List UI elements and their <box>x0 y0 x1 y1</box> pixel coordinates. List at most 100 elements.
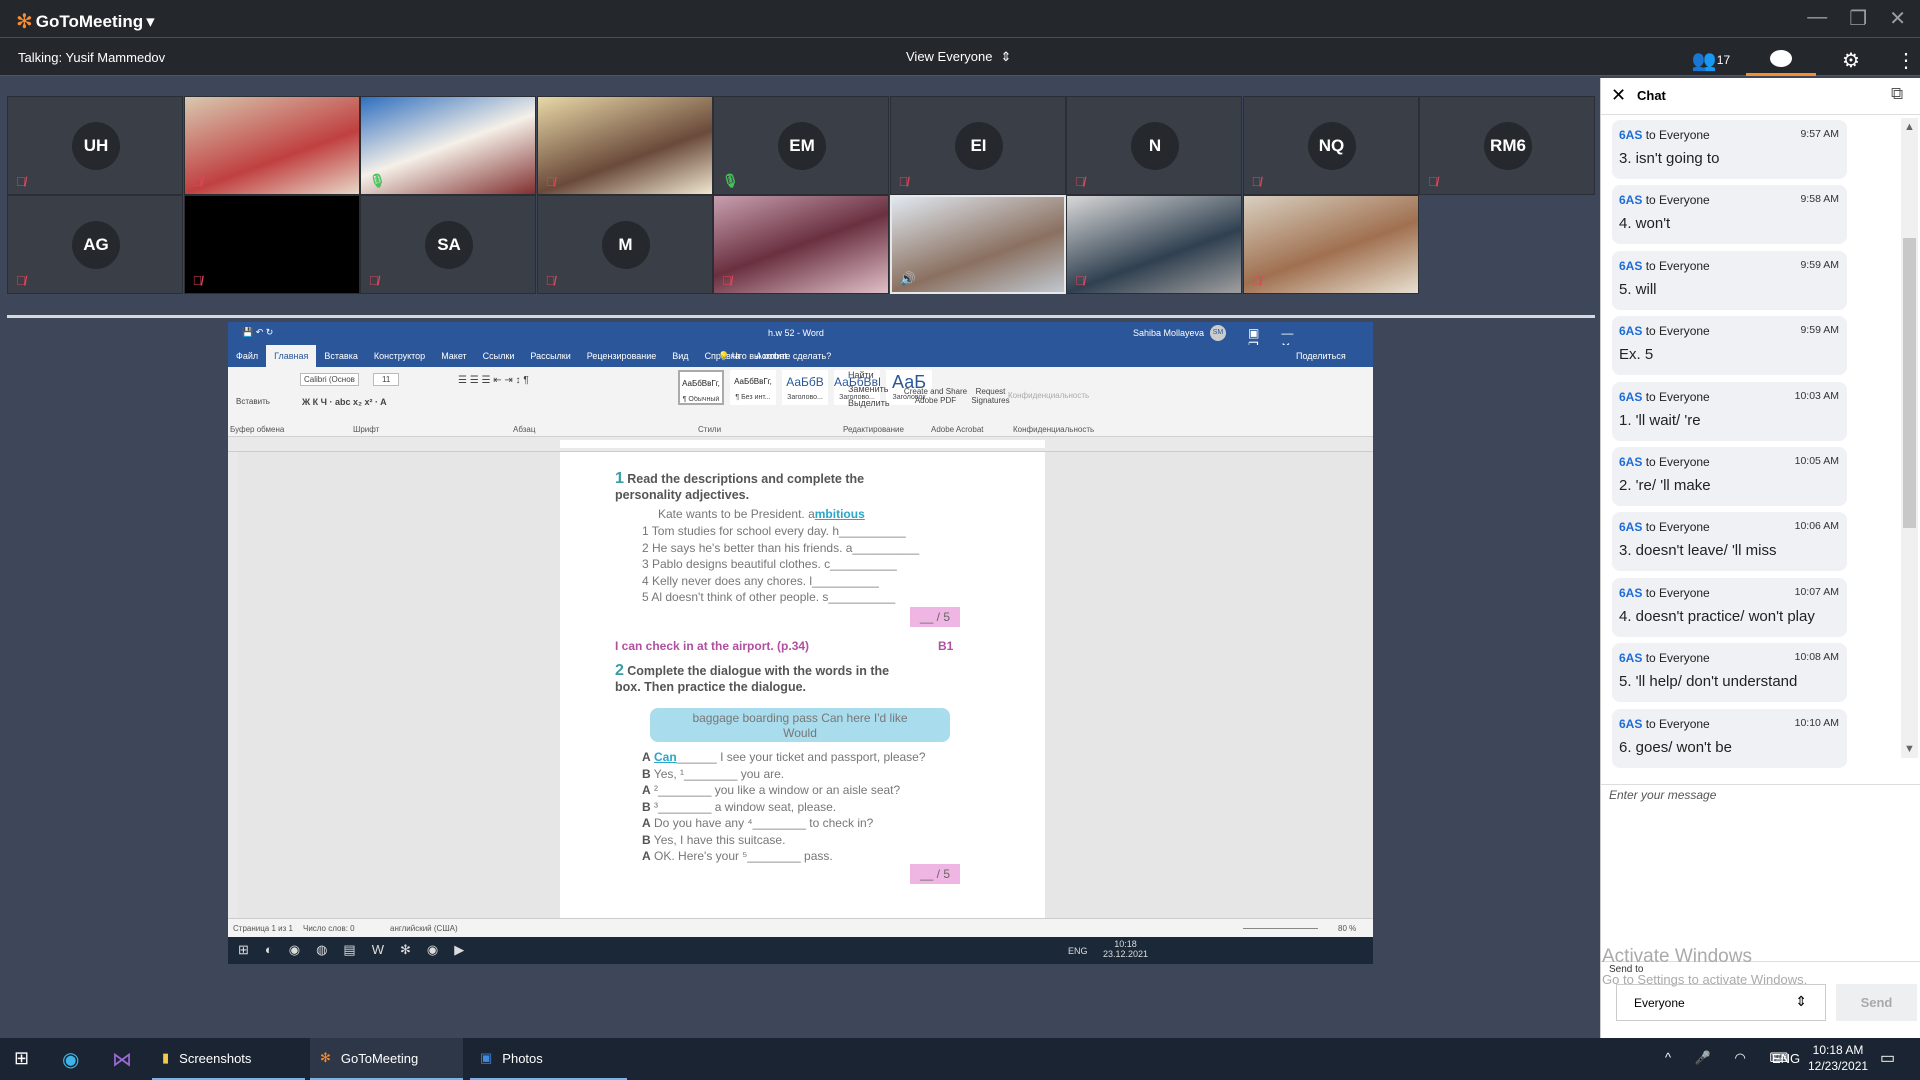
mic-muted-icon: 🎙̸ <box>545 174 556 189</box>
word-tab: Ссылки <box>482 351 515 361</box>
document-page: 1 Read the descriptions and complete the… <box>560 452 1045 918</box>
participant-tile[interactable]: AG 🎙̸ <box>7 195 183 294</box>
word-ribbon: Вставить Calibri (Основ 11 Ж К Ч · abc x… <box>228 367 1373 437</box>
style-name: ¶ Обычный <box>682 396 720 403</box>
line-text: Do you have any ⁴________ to check in? <box>654 816 874 830</box>
visual-studio-icon[interactable]: ⋈ <box>112 1047 132 1072</box>
exercise-1-example-answer: mbitious <box>814 507 865 521</box>
participant-tile[interactable]: 🎙̸ <box>1066 195 1242 294</box>
edge-icon[interactable]: ◉ <box>62 1047 79 1072</box>
taskbar-gotomeeting[interactable]: ✻ GoToMeeting <box>310 1038 463 1080</box>
shared-time: 10:18 <box>1114 939 1137 949</box>
clock[interactable]: 10:18 AM 12/23/2021 <box>1808 1042 1868 1074</box>
meeting-toolbar: Talking: Yusif Mammedov View Everyone ⇕ 👥… <box>0 38 1920 76</box>
input-language[interactable]: ENG <box>1772 1051 1800 1066</box>
close-chat-icon[interactable]: ✕ <box>1611 85 1626 106</box>
style-item: АаБбВвГг, ¶ Обычный <box>678 370 724 405</box>
word-status-bar: Страница 1 из 1 Число слов: 0 английский… <box>228 918 1373 937</box>
recipient: to Everyone <box>1645 193 1710 208</box>
word-tab: Главная <box>266 345 317 367</box>
chat-toggle-button[interactable] <box>1746 44 1816 76</box>
restore-button[interactable]: ❐ <box>1849 6 1867 31</box>
ruler <box>228 437 1373 452</box>
folder-icon: ▮ <box>162 1050 170 1065</box>
message-text: 1. 'll wait/ 're <box>1619 411 1701 429</box>
vertical-ruler <box>228 452 238 918</box>
replace-button: Заменить <box>848 384 889 394</box>
participant-tile[interactable]: SA 🎙̸ <box>360 195 536 294</box>
send-to-select[interactable]: Everyone ⇕ <box>1616 984 1826 1021</box>
section-heading: I can check in at the airport. (p.34) <box>615 639 810 653</box>
privacy-button: Конфиденциальность <box>1008 391 1090 400</box>
group-clipboard: Буфер обмена <box>230 425 285 434</box>
word-tab: Вид <box>672 351 689 361</box>
participant-tile[interactable]: 🔊 <box>889 195 1066 294</box>
word-document-title: h.w 52 - Word <box>768 328 824 338</box>
message-text: 4. won't <box>1619 215 1671 233</box>
mic-muted-icon: 🎙̸ <box>192 174 203 189</box>
message-time: 10:03 AM <box>1794 389 1839 402</box>
participant-tile[interactable]: RM6 🎙̸ <box>1419 96 1595 195</box>
mic-muted-icon: 🎙̸ <box>1251 174 1262 189</box>
participant-tile[interactable]: 🎙̸ <box>1242 195 1419 294</box>
participant-tile[interactable]: 🎙̸ <box>536 96 713 195</box>
start-button[interactable]: ⊞ <box>14 1048 29 1069</box>
notifications-icon[interactable]: ▭ <box>1880 1048 1895 1068</box>
participant-tile[interactable]: 🎙̸ <box>183 195 360 294</box>
sender-name: 6AS <box>1619 651 1643 666</box>
sender-name: 6AS <box>1619 716 1643 731</box>
participant-tile[interactable]: 🎙̸ <box>183 96 360 195</box>
participant-avatar: AG <box>72 221 120 269</box>
attendees-button[interactable]: 👥 17 <box>1676 44 1746 76</box>
save-icon: 💾 ↶ ↻ <box>242 327 274 337</box>
message-sender: 6AS to Everyone <box>1619 193 1710 207</box>
app-menu[interactable]: ✻ GoToMeeting ▾ <box>16 9 155 34</box>
participant-tile[interactable]: NQ 🎙̸ <box>1242 96 1419 195</box>
word-tab: Файл <box>236 351 259 361</box>
pop-out-icon[interactable]: ⧉ <box>1891 84 1903 104</box>
participant-tile[interactable]: UH 🎙̸ <box>7 96 183 195</box>
speaker: B <box>642 799 651 814</box>
recipient: to Everyone <box>1645 324 1710 339</box>
message-time: 10:07 AM <box>1794 585 1839 598</box>
taskbar-photos[interactable]: ▣ Photos <box>470 1038 627 1080</box>
chat-message: 6AS to Everyone 10:05 AM 2. 're/ 'll make <box>1612 447 1847 506</box>
view-selector[interactable]: View Everyone ⇕ <box>906 49 1011 65</box>
word-share-button: Поделиться <box>1296 351 1346 361</box>
chat-scroll-thumb[interactable] <box>1903 238 1916 528</box>
participant-tile[interactable]: M 🎙̸ <box>536 195 713 294</box>
participant-tile[interactable]: EM 🎙 <box>713 96 889 195</box>
taskbar-screenshots[interactable]: ▮ Screenshots <box>152 1038 305 1080</box>
participant-tile[interactable]: 🎙 <box>360 96 536 195</box>
message-sender: 6AS to Everyone <box>1619 455 1710 469</box>
more-button[interactable]: ⋮ <box>1886 44 1920 76</box>
recipient: to Everyone <box>1645 651 1710 666</box>
minimize-button[interactable]: — <box>1807 6 1827 31</box>
send-button[interactable]: Send <box>1836 984 1917 1021</box>
speaker: A <box>642 783 651 797</box>
participant-avatar: EM <box>778 122 826 170</box>
line-text: ³________ a window seat, please. <box>654 799 837 814</box>
mic-muted-icon: 🎙̸ <box>1428 174 1438 189</box>
participant-tile[interactable]: 🎙̸ <box>713 195 889 294</box>
close-button[interactable]: ✕ <box>1889 6 1906 31</box>
recipient: to Everyone <box>1645 258 1710 273</box>
participant-tile[interactable]: N 🎙̸ <box>1066 96 1242 195</box>
sender-name: 6AS <box>1619 128 1643 142</box>
participant-avatar: SA <box>425 221 473 269</box>
participant-tile[interactable]: EI 🎙̸ <box>889 96 1066 195</box>
tell-me-label: Что вы хотите сделать? <box>731 351 832 361</box>
style-item: АаБбВ Заголово... <box>782 370 828 405</box>
line-text: Yes, ¹________ you are. <box>653 766 785 781</box>
line-rest: ______ I see your ticket and passport, p… <box>676 750 926 764</box>
resize-divider[interactable] <box>7 315 1595 318</box>
font-name-box: Calibri (Основ <box>300 373 359 386</box>
message-sender: 6AS to Everyone <box>1619 586 1710 600</box>
recipient: to Everyone <box>1645 128 1710 142</box>
settings-button[interactable]: ⚙ <box>1816 44 1886 76</box>
font-size-box: 11 <box>373 373 400 386</box>
shared-date: 23.12.2021 <box>1103 949 1149 959</box>
mic-muted-icon: 🎙̸ <box>192 273 203 288</box>
chat-message-input[interactable]: Enter your message <box>1609 788 1909 958</box>
paste-button: Вставить <box>236 397 270 406</box>
